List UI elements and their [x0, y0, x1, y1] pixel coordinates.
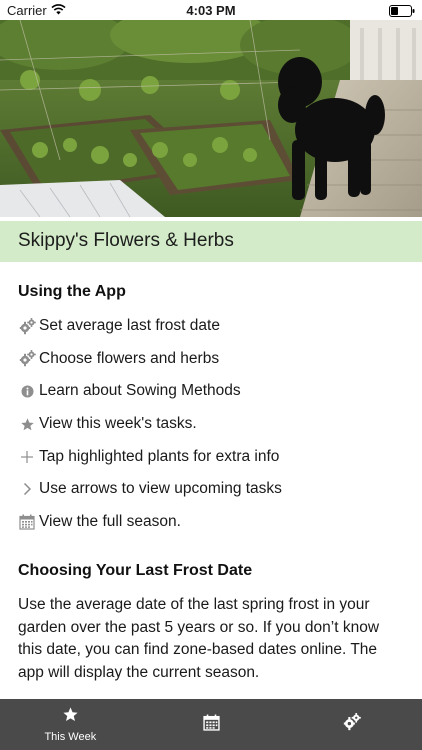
instructions-list: Set average last frost date Choose flowe… — [18, 310, 404, 538]
star-icon — [18, 415, 36, 433]
list-item-label: Set average last frost date — [39, 317, 220, 335]
list-item: View the full season. — [18, 506, 404, 539]
page-title: Skippy's Flowers & Herbs — [18, 230, 234, 251]
chevron-right-icon — [18, 480, 36, 498]
tab-this-week[interactable]: This Week — [0, 699, 141, 750]
list-item-label: Use arrows to view upcoming tasks — [39, 480, 282, 498]
battery-icon — [389, 4, 415, 22]
using-app-heading: Using the App — [18, 283, 126, 300]
info-icon — [18, 382, 36, 400]
title-band: Skippy's Flowers & Herbs — [0, 221, 422, 262]
status-time: 4:03 PM — [186, 3, 236, 18]
plus-icon — [18, 448, 36, 466]
tab-settings[interactable] — [281, 699, 422, 750]
list-item-label: Learn about Sowing Methods — [39, 382, 241, 400]
list-item-label: Choose flowers and herbs — [39, 349, 220, 367]
frost-date-body: Use the average date of the last spring … — [18, 596, 380, 681]
tab-bar: This Week — [0, 699, 422, 750]
garden-photo — [0, 20, 422, 217]
star-icon — [62, 706, 79, 728]
tab-label: This Week — [44, 731, 97, 743]
gears-icon — [18, 350, 36, 368]
instructions-content: Using the App Set average last frost dat… — [0, 283, 422, 684]
list-item: Tap highlighted plants for extra info — [18, 440, 404, 473]
list-item: Use arrows to view upcoming tasks — [18, 473, 404, 506]
list-item-label: Tap highlighted plants for extra info — [39, 447, 280, 465]
calendar-icon — [202, 714, 220, 736]
status-bar: Carrier 4:03 PM — [0, 0, 422, 20]
gears-icon — [343, 713, 361, 736]
calendar-icon — [18, 513, 36, 531]
list-item: Set average last frost date — [18, 310, 404, 343]
list-item: Learn about Sowing Methods — [18, 375, 404, 408]
list-item: View this week's tasks. — [18, 408, 404, 441]
list-item-label: View the full season. — [39, 512, 181, 530]
frost-date-heading: Choosing Your Last Frost Date — [18, 562, 253, 580]
tab-season-calendar[interactable] — [141, 699, 282, 750]
list-item: Choose flowers and herbs — [18, 343, 404, 376]
list-item-label: View this week's tasks. — [39, 415, 197, 433]
gears-icon — [18, 317, 36, 335]
